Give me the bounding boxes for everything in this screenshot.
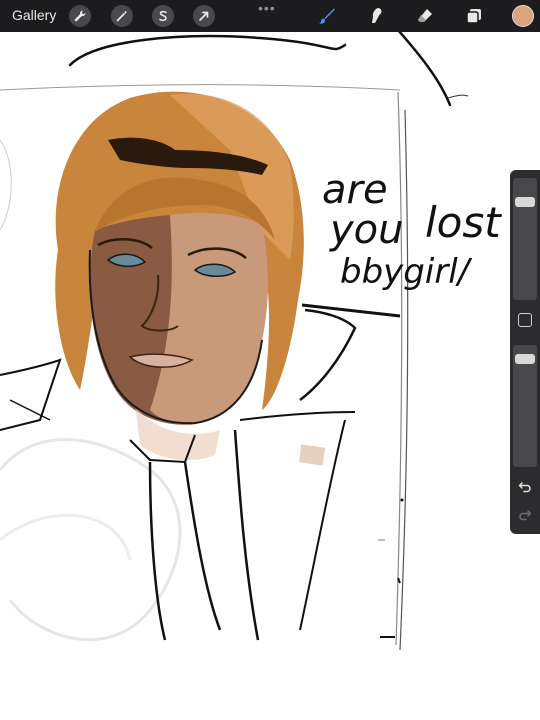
sidebar-controls <box>510 170 540 534</box>
collar-left <box>0 358 62 431</box>
brush-tool-button[interactable] <box>316 5 338 27</box>
smudge-tool-button[interactable] <box>365 5 387 27</box>
redo-icon <box>519 510 532 521</box>
sketch-stroke <box>0 139 12 231</box>
layers-button[interactable] <box>463 5 485 27</box>
transform-button[interactable] <box>193 5 215 27</box>
layers-icon <box>466 9 481 24</box>
sketch-dot <box>400 498 404 502</box>
frame-line <box>395 91 403 646</box>
handwritten-you: you <box>330 207 404 253</box>
more-options-dots[interactable]: ••• <box>258 0 276 16</box>
selection-icon <box>159 10 167 22</box>
handwritten-bbygirl: bbygirl/ <box>340 252 470 292</box>
wrench-icon <box>74 10 86 22</box>
brush-size-slider[interactable] <box>513 178 537 300</box>
eraser-tool-button[interactable] <box>414 5 436 27</box>
sketch-stroke <box>68 34 347 67</box>
magic-wand-icon <box>116 10 128 22</box>
eraser-icon <box>418 9 432 22</box>
opacity-slider[interactable] <box>513 345 537 467</box>
collar-right <box>299 308 357 401</box>
brush-icon <box>319 8 335 24</box>
adjustments-button[interactable] <box>111 5 133 27</box>
undo-icon <box>518 482 531 493</box>
faint-sketch <box>0 513 132 561</box>
undo-button[interactable] <box>516 478 534 496</box>
lapel-right <box>239 411 356 421</box>
sketch-stroke <box>447 94 469 99</box>
drawing-canvas[interactable]: are you lost bbygirl/ <box>0 32 540 720</box>
suit-line <box>233 429 260 641</box>
pocket-square <box>298 444 326 466</box>
modify-button[interactable] <box>518 313 532 327</box>
handwritten-lost: lost <box>425 198 501 247</box>
top-toolbar: Gallery ••• <box>0 0 540 32</box>
selection-button[interactable] <box>152 5 174 27</box>
brush-size-thumb[interactable] <box>515 197 535 208</box>
transform-arrow-icon <box>199 11 209 21</box>
sketch-stroke <box>398 32 452 107</box>
tie-right <box>183 461 222 631</box>
actions-button[interactable] <box>69 5 91 27</box>
smudge-icon <box>372 8 382 23</box>
redo-button[interactable] <box>516 506 534 524</box>
handwritten-are: are <box>322 167 388 213</box>
opacity-thumb[interactable] <box>515 353 535 364</box>
color-picker-swatch[interactable] <box>512 5 534 27</box>
artwork <box>0 32 469 651</box>
gallery-button[interactable]: Gallery <box>12 7 56 23</box>
tie-left <box>148 461 167 641</box>
frame-line <box>0 84 401 91</box>
